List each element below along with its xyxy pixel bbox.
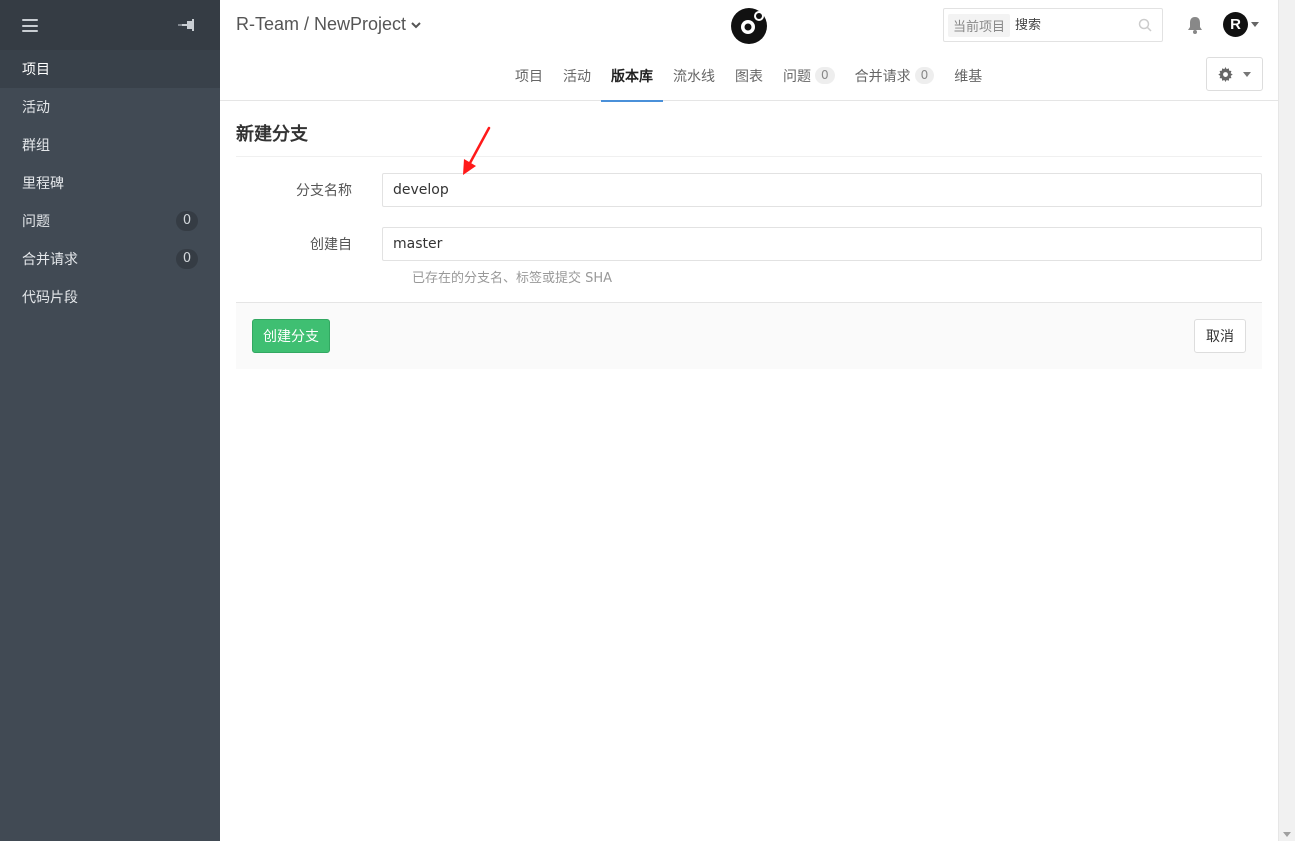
breadcrumb-text: R-Team / NewProject [236,14,407,34]
sidebar-nav: 项目 活动 群组 里程碑 问题 0 合并请求 0 代码片段 [0,50,220,316]
tab-label: 项目 [515,68,543,85]
tab-wiki[interactable]: 维基 [944,50,992,101]
tab-label: 合并请求 [854,68,911,85]
sidebar-item-issues[interactable]: 问题 0 [0,202,220,240]
sidebar-item-label: 问题 [22,214,50,230]
merge-requests-count-badge: 0 [176,249,198,269]
page-title: 新建分支 [236,101,1262,157]
tab-repository[interactable]: 版本库 [601,50,663,102]
tab-merge-requests[interactable]: 合并请求 0 [845,50,945,101]
search-box: 当前项目 [943,8,1163,42]
sidebar-item-label: 合并请求 [22,252,78,268]
chevron-down-icon [411,21,421,28]
project-breadcrumb[interactable]: R-Team / NewProject [236,14,422,35]
sidebar-header [0,0,220,50]
notification-bell-icon[interactable] [1185,15,1205,35]
cancel-button[interactable]: 取消 [1194,319,1246,353]
issues-count-badge: 0 [176,211,198,231]
vertical-scrollbar[interactable] [1278,0,1295,841]
sidebar: 项目 活动 群组 里程碑 问题 0 合并请求 0 代码片段 [0,0,220,841]
create-from-label: 创建自 [310,237,352,253]
create-from-help-text: 已存在的分支名、标签或提交 SHA [412,271,613,286]
tab-label: 流水线 [673,68,715,85]
user-menu[interactable]: R [1223,12,1259,37]
logo-icon[interactable] [730,7,768,45]
merge-requests-tab-count: 0 [914,67,935,84]
search-icon [1138,18,1152,32]
tab-label: 版本库 [611,68,653,85]
sidebar-item-label: 代码片段 [22,290,78,306]
caret-down-icon [1251,22,1259,27]
tab-label: 图表 [735,68,763,85]
create-from-input[interactable] [382,227,1262,261]
sidebar-item-activity[interactable]: 活动 [0,88,220,126]
sidebar-item-groups[interactable]: 群组 [0,126,220,164]
scroll-down-arrow-icon[interactable] [1283,832,1291,837]
tab-graphs[interactable]: 图表 [725,50,773,101]
tab-activity[interactable]: 活动 [553,50,601,101]
hamburger-menu-icon[interactable] [22,19,38,32]
gear-icon [1218,66,1233,82]
pin-icon[interactable] [178,17,196,33]
sidebar-item-snippets[interactable]: 代码片段 [0,278,220,316]
search-input[interactable] [1015,17,1126,33]
avatar: R [1223,12,1248,37]
branch-name-row: 分支名称 [236,173,1262,207]
tab-label: 活动 [563,68,591,85]
sidebar-item-label: 里程碑 [22,176,64,192]
issues-tab-count: 0 [815,67,835,84]
settings-dropdown-button[interactable] [1206,57,1263,91]
search-scope-badge[interactable]: 当前项目 [948,13,1011,37]
sidebar-item-milestones[interactable]: 里程碑 [0,164,220,202]
sidebar-item-projects[interactable]: 项目 [0,50,220,88]
sidebar-item-merge-requests[interactable]: 合并请求 0 [0,240,220,278]
caret-down-icon [1243,71,1251,77]
form-actions: 创建分支 取消 [236,302,1262,369]
tab-label: 问题 [783,68,811,85]
sidebar-item-label: 活动 [22,100,50,116]
tab-pipelines[interactable]: 流水线 [663,50,725,101]
project-tabs: 项目 活动 版本库 流水线 图表 问题 0 合并请求 0 维基 [505,50,992,102]
main-content: 新建分支 分支名称 创建自 已存在的分支名、标签或提交 SHA 创建分支 取消 [236,101,1262,369]
tab-project[interactable]: 项目 [505,50,553,101]
top-header: R-Team / NewProject 当前项目 R 项目 活动 版本库 流水线… [220,0,1278,102]
tab-label: 维基 [954,68,983,85]
create-branch-button[interactable]: 创建分支 [252,319,330,353]
sidebar-item-label: 项目 [22,62,50,78]
tab-issues[interactable]: 问题 0 [773,50,845,101]
create-from-row: 创建自 [236,227,1262,261]
branch-name-label: 分支名称 [296,183,352,199]
branch-name-input[interactable] [382,173,1262,207]
sidebar-item-label: 群组 [22,138,50,154]
